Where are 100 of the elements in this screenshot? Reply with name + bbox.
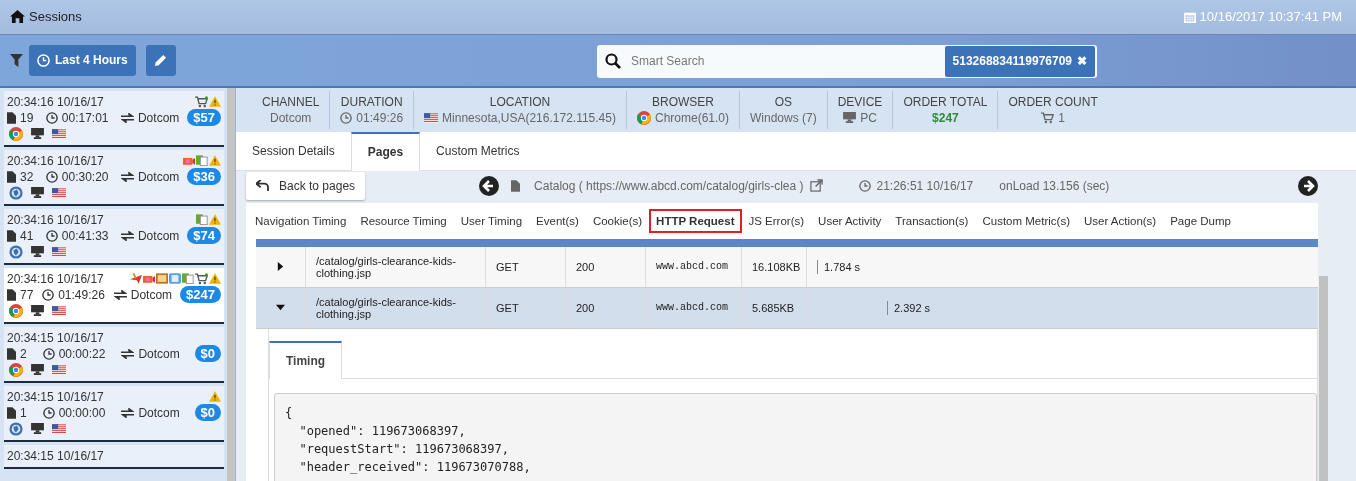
summary-value: 1: [1058, 110, 1065, 125]
caret-right-icon[interactable]: [276, 262, 285, 272]
tab[interactable]: Pages: [350, 131, 421, 171]
sub-tab[interactable]: HTTP Request: [649, 208, 742, 233]
scrollbar[interactable]: [1319, 275, 1328, 481]
session-card[interactable]: 20:34:16 10/16/17 77 01:49:26 Dotcom $247: [4, 267, 224, 324]
calendar-icon: [1183, 10, 1196, 23]
monitor-icon: [31, 128, 44, 140]
sub-tab[interactable]: User Action(s): [1076, 208, 1164, 233]
previous-page-icon[interactable]: [479, 175, 500, 196]
sub-tab[interactable]: Cookie(s): [585, 208, 650, 233]
sub-tab[interactable]: Event(s): [529, 208, 586, 233]
request-time: 2.392 s: [887, 300, 931, 315]
request-domain: www.abcd.com: [656, 302, 728, 314]
order-amount-badge: $0: [194, 345, 221, 363]
session-time: 20:34:15 10/16/17: [7, 448, 104, 463]
tab[interactable]: Session Details: [236, 131, 351, 170]
channel-name: Dotcom: [130, 287, 173, 302]
page-count: 1: [20, 405, 27, 420]
sub-tab[interactable]: Custom Metric(s): [975, 208, 1077, 233]
picture-icon: [156, 273, 168, 285]
time-range-button[interactable]: Last 4 Hours: [29, 44, 136, 76]
sub-tab[interactable]: Transaction(s): [888, 208, 976, 233]
session-card[interactable]: 20:34:15 10/16/17 2 00:00:22 Dotcom $0: [4, 326, 224, 383]
session-card[interactable]: 20:34:16 10/16/17 19 00:17:01 Dotcom $57: [4, 90, 224, 147]
us-flag-icon: [52, 128, 66, 139]
summary-label: OS: [774, 94, 792, 109]
tab[interactable]: Custom Metrics: [420, 131, 536, 170]
monitor-icon: [31, 246, 44, 258]
sub-tab[interactable]: User Activity: [811, 208, 889, 233]
summary-value: $247: [932, 110, 959, 125]
search-icon: [605, 53, 621, 70]
page-url: Catalog ( https://www.abcd.com/catalog/girls-clea ): [534, 178, 804, 193]
caret-down-icon[interactable]: [276, 303, 285, 313]
clock-icon: [37, 53, 50, 67]
code-block: { "opened": 119673068397, "requestStart": 119673068397, "header_received": 119673070788,: [274, 392, 1317, 481]
documents-icon: [196, 155, 208, 167]
session-duration: 00:00:00: [58, 405, 106, 420]
request-row[interactable]: /catalog/girls-clearance-kids-clothing.jsp GET 200 www.abcd.com 5.685KB 2.392 s: [256, 287, 1318, 329]
warning-icon: [209, 96, 221, 108]
chrome-icon: [636, 110, 651, 125]
search-field[interactable]: Smart Search 513268834119976709 ✖: [597, 44, 1097, 78]
onload-time: onLoad 13.156 (sec): [999, 178, 1110, 193]
request-method: GET: [496, 260, 519, 273]
us-flag-icon: [52, 364, 66, 375]
us-flag-icon: [52, 423, 66, 434]
us-flag-icon: [52, 246, 66, 257]
channel-name: Dotcom: [137, 110, 180, 125]
filter-icon: [10, 53, 23, 67]
session-card[interactable]: 20:34:15 10/16/17: [4, 444, 224, 469]
page-count: 41: [20, 228, 34, 243]
document-icon: [7, 288, 16, 301]
session-time: 20:34:15 10/16/17: [7, 389, 104, 404]
response-size: 5.685KB: [752, 301, 795, 314]
order-amount-badge: $0: [194, 404, 221, 422]
camera-icon: [143, 273, 155, 285]
next-page-icon[interactable]: [1298, 175, 1318, 196]
documents-icon: [182, 273, 194, 285]
back-arrow-icon: [256, 180, 269, 192]
clock-icon: [45, 170, 58, 183]
back-button[interactable]: Back to pages: [246, 171, 366, 200]
sub-tab[interactable]: Resource Timing: [353, 208, 454, 233]
us-flag-icon: [424, 112, 439, 123]
sub-tab[interactable]: JS Error(s): [741, 208, 812, 233]
cart-icon: [195, 95, 208, 108]
document-icon: [7, 406, 16, 419]
session-card[interactable]: 20:34:16 10/16/17 32 00:30:20 Dotcom $36: [4, 149, 224, 206]
exchange-icon: [120, 230, 134, 241]
order-amount-badge: $247: [180, 286, 221, 304]
cart-icon: [1041, 111, 1055, 124]
page-count: 77: [20, 287, 34, 302]
sub-tab[interactable]: Page Dump: [1163, 208, 1238, 233]
request-time: 1.784 s: [817, 259, 861, 274]
camera-icon: [183, 155, 195, 167]
documents-icon: [196, 214, 208, 226]
scrollbar[interactable]: [227, 87, 235, 481]
document-icon: [7, 229, 16, 242]
us-flag-icon: [52, 305, 66, 316]
monitor-icon: [31, 364, 44, 376]
channel-name: Dotcom: [137, 169, 180, 184]
summary-value: 01:49:26: [356, 110, 404, 125]
clock-icon: [858, 179, 871, 192]
sub-tab[interactable]: User Timing: [453, 208, 530, 233]
channel-name: Dotcom: [138, 405, 180, 420]
request-method: GET: [496, 301, 519, 314]
plane-icon: [130, 273, 142, 285]
remove-tag-button[interactable]: ✖: [1077, 54, 1087, 69]
session-card[interactable]: 20:34:15 10/16/17 1 00:00:00 Dotcom $0: [4, 385, 224, 442]
request-row[interactable]: /catalog/girls-clearance-kids-clothing.jsp GET 200 www.abcd.com 16.108KB 1.784 s: [256, 246, 1318, 288]
timing-tab[interactable]: Timing: [269, 340, 343, 379]
sub-tab[interactable]: Navigation Timing: [248, 208, 354, 233]
session-duration: 00:41:33: [61, 228, 109, 243]
edit-button[interactable]: [145, 44, 176, 76]
exchange-icon: [113, 289, 127, 300]
warning-icon: [209, 155, 221, 167]
session-card[interactable]: 20:34:16 10/16/17 41 00:41:33 Dotcom $74: [4, 208, 224, 265]
clock-icon: [42, 347, 55, 360]
summary-label: DURATION: [340, 94, 403, 109]
page-count: 19: [20, 110, 34, 125]
external-link-icon[interactable]: [809, 179, 823, 193]
